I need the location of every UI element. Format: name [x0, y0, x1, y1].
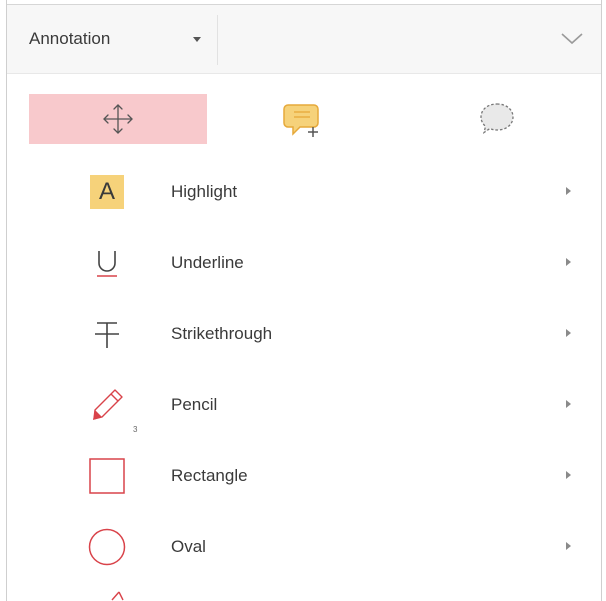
highlight-icon-letter: A — [90, 175, 124, 209]
chevron-right-icon — [566, 258, 571, 266]
tool-row-underline[interactable]: Underline — [7, 227, 601, 298]
collapse-button[interactable] — [559, 27, 585, 49]
chevron-right-icon — [566, 471, 571, 479]
quick-toolbar — [7, 90, 601, 148]
move-arrows-icon — [103, 104, 133, 134]
highlight-icon: A — [87, 172, 127, 212]
underline-icon — [87, 243, 127, 283]
strikethrough-icon — [87, 314, 127, 354]
pencil-icon — [87, 385, 127, 425]
rectangle-icon — [87, 456, 127, 496]
annotation-panel: Annotation A Highlight Underline Striket… — [6, 0, 602, 601]
tool-row-oval[interactable]: Oval — [7, 511, 601, 582]
chevron-right-icon — [566, 400, 571, 408]
polygon-tool-icon-partial — [111, 591, 124, 601]
add-note-button[interactable] — [269, 94, 339, 144]
tool-row-strikethrough[interactable]: Strikethrough — [7, 298, 601, 369]
panel-header: Annotation — [7, 4, 601, 74]
caret-down-icon — [193, 37, 201, 42]
tool-label: Strikethrough — [171, 324, 273, 343]
dashed-speech-bubble-icon — [480, 103, 514, 134]
header-divider — [217, 15, 218, 65]
tool-label: Underline — [171, 253, 244, 272]
tool-label: Pencil — [171, 395, 218, 414]
oval-icon — [87, 527, 127, 567]
chevron-down-icon — [561, 33, 583, 45]
tool-row-highlight[interactable]: A Highlight — [7, 156, 601, 227]
move-tool-button[interactable] — [29, 94, 207, 144]
select-comments-button[interactable] — [462, 94, 532, 144]
chevron-right-icon — [566, 187, 571, 195]
mode-dropdown-label: Annotation — [29, 29, 111, 48]
chevron-right-icon — [566, 329, 571, 337]
tool-label: Oval — [171, 537, 206, 556]
chevron-right-icon — [566, 542, 571, 550]
mode-dropdown[interactable]: Annotation — [7, 5, 215, 73]
tool-row-rectangle[interactable]: Rectangle — [7, 440, 601, 511]
tool-row-pencil[interactable]: 3 Pencil — [7, 369, 601, 440]
tool-label: Highlight — [171, 182, 238, 201]
annotation-tool-list: A Highlight Underline Strikethrough 3 Pe… — [7, 156, 601, 582]
add-comment-icon — [283, 104, 319, 137]
tool-label: Rectangle — [171, 466, 248, 485]
pencil-size-badge: 3 — [133, 425, 138, 434]
